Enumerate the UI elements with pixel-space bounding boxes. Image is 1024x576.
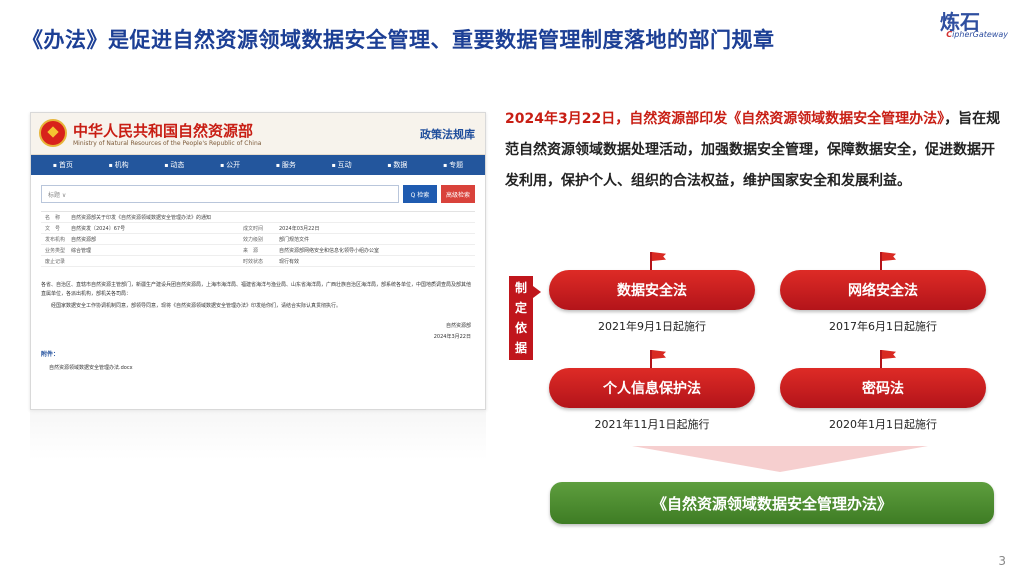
flag-icon bbox=[650, 252, 670, 270]
company-logo: 炼石 CipherGateway bbox=[898, 6, 1008, 46]
nav-item-interact[interactable]: 互动 bbox=[332, 160, 352, 170]
search-input[interactable]: 标题 ∨ bbox=[41, 185, 399, 203]
search-bar: 标题 ∨ Q 检索 高级检索 bbox=[41, 185, 475, 203]
law-pill-cryptography: 密码法 bbox=[780, 368, 986, 408]
table-row: 发布机构 自然资源部 效力级别 部门规范文件 bbox=[41, 234, 475, 245]
law-date-personal-info: 2021年11月1日起施行 bbox=[594, 418, 710, 431]
law-pill-personal-info: 个人信息保护法 bbox=[549, 368, 755, 408]
flag-icon bbox=[650, 350, 670, 368]
description-text: 2024年3月22日，自然资源部印发《自然资源领域数据安全管理办法》，旨在规范自… bbox=[505, 111, 1001, 189]
website-nav: 首页 机构 动态 公开 服务 互动 数据 专题 bbox=[31, 155, 485, 175]
law-pill-cybersecurity: 网络安全法 bbox=[780, 270, 986, 310]
flag-icon bbox=[880, 252, 900, 270]
nav-item-data[interactable]: 数据 bbox=[387, 160, 407, 170]
slide: 《办法》是促进自然资源领域数据安全管理、重要数据管理制度落地的部门规章 炼石 C… bbox=[0, 0, 1024, 576]
search-button[interactable]: Q 检索 bbox=[403, 185, 437, 203]
policy-library-label: 政策法规库 bbox=[420, 128, 475, 141]
document-body: 各省、自治区、直辖市自然资源主管部门，新疆生产建设兵团自然资源局，上海市海洋局、… bbox=[41, 282, 472, 309]
law-date-cybersecurity: 2017年6月1日起施行 bbox=[829, 320, 937, 333]
nav-item-public[interactable]: 公开 bbox=[220, 160, 240, 170]
advanced-search-button[interactable]: 高级检索 bbox=[441, 185, 475, 203]
table-row: 废止记录 时效状态 现行有效 bbox=[41, 256, 475, 267]
nav-item-service[interactable]: 服务 bbox=[276, 160, 296, 170]
table-row: 文 号 自然资发〔2024〕67号 成文时间 2024年03月22日 bbox=[41, 223, 475, 234]
law-date-cryptography: 2020年1月1日起施行 bbox=[829, 418, 937, 431]
attachment-link[interactable]: 自然资源领域数据安全管理办法.docx bbox=[49, 364, 475, 371]
national-emblem-icon bbox=[39, 119, 67, 147]
table-row: 名 称 自然资源部关于印发《自然资源领域数据安全管理办法》的通知 bbox=[41, 212, 475, 223]
document-meta-table: 名 称 自然资源部关于印发《自然资源领域数据安全管理办法》的通知 文 号 自然资… bbox=[41, 211, 475, 267]
table-row: 业务类型 综合管理 来 源 自然资源部网络安全和信息化领导小组办公室 bbox=[41, 245, 475, 256]
basis-label: 制定依据 bbox=[509, 276, 533, 360]
basis-arrow-icon bbox=[533, 286, 541, 298]
website-header: 中华人民共和国自然资源部 Ministry of Natural Resourc… bbox=[31, 113, 485, 155]
org-name-en: Ministry of Natural Resources of the Peo… bbox=[73, 140, 262, 147]
down-arrow-icon bbox=[632, 446, 928, 472]
nav-item-topics[interactable]: 专题 bbox=[443, 160, 463, 170]
org-name-cn: 中华人民共和国自然资源部 bbox=[73, 122, 254, 140]
flag-icon bbox=[880, 350, 900, 368]
document-signature: 自然资源部 2024年3月22日 bbox=[433, 323, 471, 340]
website-screenshot: 中华人民共和国自然资源部 Ministry of Natural Resourc… bbox=[30, 112, 486, 410]
nav-item-news[interactable]: 动态 bbox=[164, 160, 184, 170]
nav-item-organization[interactable]: 机构 bbox=[109, 160, 129, 170]
law-date-data-security: 2021年9月1日起施行 bbox=[598, 320, 706, 333]
measure-banner: 《自然资源领域数据安全管理办法》 bbox=[550, 482, 994, 524]
nav-item-home[interactable]: 首页 bbox=[53, 160, 73, 170]
screenshot-reflection bbox=[30, 410, 486, 460]
logo-en: CipherGateway bbox=[946, 30, 1008, 39]
law-pill-data-security: 数据安全法 bbox=[549, 270, 755, 310]
page-title: 《办法》是促进自然资源领域数据安全管理、重要数据管理制度落地的部门规章 bbox=[22, 28, 775, 52]
attachment-label: 附件： bbox=[41, 351, 60, 358]
page-number: 3 bbox=[998, 554, 1006, 568]
